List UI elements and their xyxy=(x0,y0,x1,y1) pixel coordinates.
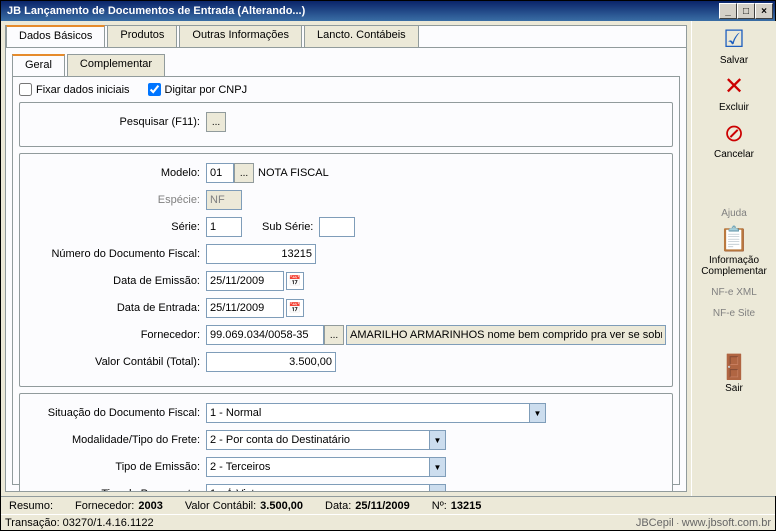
modelo-desc: NOTA FISCAL xyxy=(258,167,329,179)
status-bar: Transação: 03270/1.4.16.1122 JBCepil · w… xyxy=(1,514,775,530)
serie-label: Série: xyxy=(26,221,206,233)
tipo-emissao-select[interactable] xyxy=(206,457,446,477)
fixar-label: Fixar dados iniciais xyxy=(36,84,130,96)
fornecedor-lookup-button[interactable]: ... xyxy=(324,325,344,345)
valor-label: Valor Contábil (Total): xyxy=(26,356,206,368)
subserie-label: Sub Série: xyxy=(262,221,313,233)
especie-label: Espécie: xyxy=(26,194,206,206)
note-icon: 📋 xyxy=(694,227,774,253)
fixar-checkbox[interactable] xyxy=(19,83,32,96)
nfe-xml-button[interactable]: NF-e XML xyxy=(694,285,774,298)
tipo-pagamento-select[interactable] xyxy=(206,484,446,491)
maximize-button[interactable]: □ xyxy=(737,3,755,19)
emissao-input[interactable] xyxy=(206,271,284,291)
tipo-pagamento-label: Tipo de Pagamento: xyxy=(26,488,206,491)
emissao-label: Data de Emissão: xyxy=(26,275,206,287)
calendar-icon[interactable]: 📅 xyxy=(286,272,304,290)
tab-produtos[interactable]: Produtos xyxy=(107,25,177,47)
serie-input[interactable] xyxy=(206,217,242,237)
exit-icon: 🚪 xyxy=(694,355,774,381)
tab-lancto-contabeis[interactable]: Lancto. Contábeis xyxy=(304,25,419,47)
situacao-select[interactable] xyxy=(206,403,546,423)
numero-label: Número do Documento Fiscal: xyxy=(26,248,206,260)
transacao-text: Transação: 03270/1.4.16.1122 xyxy=(5,517,154,529)
frete-select[interactable] xyxy=(206,430,446,450)
entrada-label: Data de Entrada: xyxy=(26,302,206,314)
titlebar: JB Lançamento de Documentos de Entrada (… xyxy=(1,1,775,21)
numero-input[interactable] xyxy=(206,244,316,264)
valor-input[interactable] xyxy=(206,352,336,372)
sidebar: ☑ Salvar ✕ Excluir ⊘ Cancelar Ajuda 📋 In… xyxy=(691,21,776,496)
especie-input xyxy=(206,190,242,210)
calendar-icon[interactable]: 📅 xyxy=(286,299,304,317)
ajuda-button[interactable]: Ajuda xyxy=(694,206,774,219)
frete-label: Modalidade/Tipo do Frete: xyxy=(26,434,206,446)
salvar-button[interactable]: ☑ Salvar xyxy=(694,27,774,66)
check-icon: ☑ xyxy=(694,27,774,53)
summary-num: 13215 xyxy=(451,500,482,512)
subtab-geral[interactable]: Geral xyxy=(12,54,65,76)
sair-button[interactable]: 🚪 Sair xyxy=(694,355,774,394)
minimize-button[interactable]: _ xyxy=(719,3,737,19)
close-button[interactable]: × xyxy=(755,3,773,19)
tipo-emissao-label: Tipo de Emissão: xyxy=(26,461,206,473)
modelo-input[interactable] xyxy=(206,163,234,183)
summary-valor: 3.500,00 xyxy=(260,500,303,512)
window-title: JB Lançamento de Documentos de Entrada (… xyxy=(3,5,719,17)
subtab-complementar[interactable]: Complementar xyxy=(67,54,165,76)
summary-fornecedor: 2003 xyxy=(138,500,162,512)
excluir-button[interactable]: ✕ Excluir xyxy=(694,74,774,113)
cancelar-button[interactable]: ⊘ Cancelar xyxy=(694,121,774,160)
modelo-label: Modelo: xyxy=(26,167,206,179)
content-area: Dados Básicos Produtos Outras Informaçõe… xyxy=(1,21,691,496)
digitar-cnpj-checkbox[interactable] xyxy=(148,83,161,96)
nfe-site-button[interactable]: NF-e Site xyxy=(694,306,774,319)
cancel-icon: ⊘ xyxy=(694,121,774,147)
summary-data: 25/11/2009 xyxy=(355,500,409,512)
delete-icon: ✕ xyxy=(694,74,774,100)
pesquisar-button[interactable]: ... xyxy=(206,112,226,132)
subserie-input[interactable] xyxy=(319,217,355,237)
main-tab-strip: Dados Básicos Produtos Outras Informaçõe… xyxy=(6,25,686,47)
fornecedor-desc xyxy=(346,325,666,345)
situacao-label: Situação do Documento Fiscal: xyxy=(26,407,206,419)
info-complementar-button[interactable]: 📋 Informação Complementar xyxy=(694,227,774,277)
tab-outras-informacoes[interactable]: Outras Informações xyxy=(179,25,302,47)
fornecedor-label: Fornecedor: xyxy=(26,329,206,341)
fornecedor-input[interactable] xyxy=(206,325,324,345)
summary-bar: Resumo: Fornecedor:2003 Valor Contábil:3… xyxy=(1,496,775,514)
entrada-input[interactable] xyxy=(206,298,284,318)
pesquisar-label: Pesquisar (F11): xyxy=(26,116,206,128)
resumo-label: Resumo: xyxy=(9,500,53,512)
tab-dados-basicos[interactable]: Dados Básicos xyxy=(6,25,105,47)
digitar-cnpj-label: Digitar por CNPJ xyxy=(165,84,248,96)
modelo-lookup-button[interactable]: ... xyxy=(234,163,254,183)
sub-tab-strip: Geral Complementar xyxy=(12,54,680,76)
brand-logo: JBCepil · www.jbsoft.com.br xyxy=(636,517,771,529)
